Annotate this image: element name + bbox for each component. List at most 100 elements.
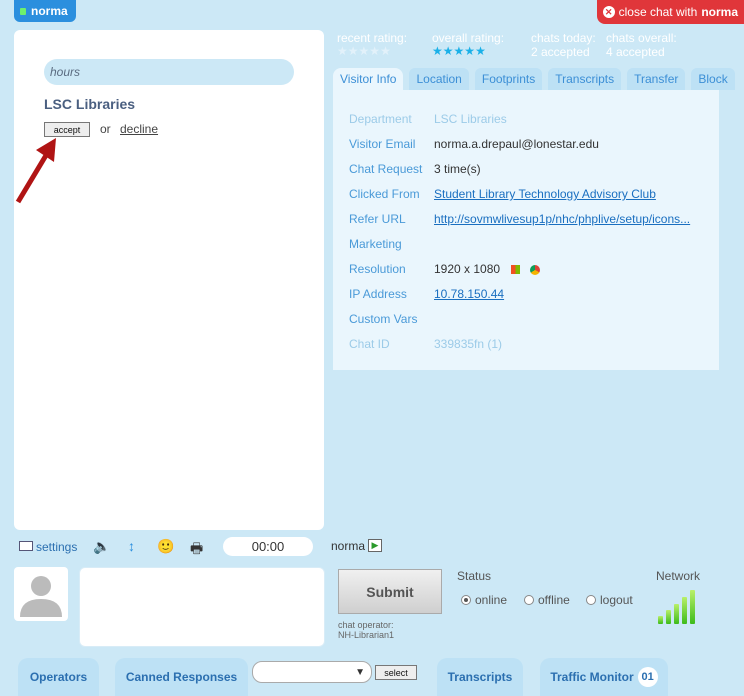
select-button[interactable]: select bbox=[375, 665, 417, 680]
play-icon[interactable]: ▶ bbox=[368, 539, 382, 552]
status-logout[interactable]: logout bbox=[586, 593, 633, 607]
red-arrow-annotation bbox=[15, 138, 56, 204]
close-chat-name: norma bbox=[701, 5, 738, 19]
transcripts-button[interactable]: Transcripts bbox=[437, 658, 523, 696]
info-label: Refer URL bbox=[349, 212, 406, 226]
close-icon: ✕ bbox=[602, 6, 615, 18]
chat-operator-info: chat operator: NH-Librarian1 bbox=[338, 620, 394, 640]
chats-today-label: chats today: bbox=[531, 31, 596, 45]
visitor-tabs: Visitor Info Location Footprints Transcr… bbox=[333, 68, 735, 90]
avatar bbox=[14, 567, 68, 621]
tab-visitor-info[interactable]: Visitor Info bbox=[333, 68, 404, 90]
overall-rating: overall rating: ★ ★ ★ ★ ★ bbox=[432, 31, 504, 57]
signal-bar bbox=[666, 610, 671, 624]
tab-transcripts[interactable]: Transcripts bbox=[548, 68, 622, 90]
star-icon: ★ bbox=[453, 44, 465, 58]
tab-block[interactable]: Block bbox=[691, 68, 735, 90]
operators-button[interactable]: Operators bbox=[18, 658, 99, 696]
chats-overall-label: chats overall: bbox=[606, 31, 677, 45]
traffic-count-badge: 01 bbox=[637, 667, 658, 687]
star-icon: ★ bbox=[464, 44, 476, 58]
status-offline[interactable]: offline bbox=[524, 593, 570, 607]
chrome-browser-icon bbox=[529, 264, 540, 275]
radio-online[interactable] bbox=[461, 595, 471, 605]
overall-rating-stars: ★ ★ ★ ★ ★ bbox=[432, 45, 504, 57]
info-label: Chat Request bbox=[349, 162, 423, 176]
info-label: IP Address bbox=[349, 287, 407, 301]
chat-operator-label: chat operator: bbox=[338, 620, 394, 630]
info-label: Custom Vars bbox=[349, 312, 418, 326]
info-value: LSC Libraries bbox=[434, 112, 507, 126]
info-value: 1920 x 1080 bbox=[434, 262, 540, 276]
signal-bar bbox=[658, 616, 663, 624]
status-online[interactable]: online bbox=[461, 593, 507, 607]
canned-responses-button[interactable]: Canned Responses bbox=[115, 658, 248, 696]
message-input[interactable] bbox=[79, 567, 325, 647]
print-icon[interactable]: 🖶 bbox=[190, 538, 203, 562]
settings-icon[interactable] bbox=[19, 541, 33, 551]
windows-os-icon bbox=[511, 265, 521, 275]
canned-responses-select[interactable]: ▼ bbox=[252, 661, 372, 683]
info-value: 339835fn (1) bbox=[434, 337, 503, 351]
chat-timer: 00:00 bbox=[223, 537, 313, 556]
status-offline-label: offline bbox=[538, 593, 570, 607]
info-value: norma.a.drepaul@lonestar.edu bbox=[434, 137, 599, 151]
resize-vertical-icon[interactable]: ↕ bbox=[128, 538, 135, 554]
info-label: Resolution bbox=[349, 262, 406, 276]
overall-rating-label: overall rating: bbox=[432, 31, 505, 45]
chats-overall: chats overall: 4 accepted bbox=[606, 31, 677, 59]
decline-link[interactable]: decline bbox=[120, 122, 158, 136]
info-label: Clicked From bbox=[349, 187, 420, 201]
chats-today: chats today: 2 accepted bbox=[531, 31, 596, 59]
info-label: Chat ID bbox=[349, 337, 390, 351]
operator-name: norma bbox=[331, 539, 366, 553]
emoticon-icon[interactable]: 🙂 bbox=[157, 538, 174, 555]
tab-location[interactable]: Location bbox=[409, 68, 469, 90]
resolution-value: 1920 x 1080 bbox=[434, 262, 501, 276]
radio-logout[interactable] bbox=[586, 595, 596, 605]
star-icon: ★ bbox=[337, 44, 348, 58]
status-online-label: online bbox=[475, 593, 508, 607]
ip-address-link[interactable]: 10.78.150.44 bbox=[434, 287, 504, 301]
info-label: Visitor Email bbox=[349, 137, 416, 151]
star-icon: ★ bbox=[442, 44, 454, 58]
settings-link[interactable]: settings bbox=[36, 540, 77, 554]
sound-icon[interactable]: 🔈 bbox=[93, 538, 110, 555]
chats-overall-value: 4 accepted bbox=[606, 45, 665, 59]
recent-rating-stars: ★ ★ ★ ★ ★ bbox=[337, 45, 407, 57]
signal-bar bbox=[674, 604, 679, 624]
chevron-down-icon: ▼ bbox=[355, 666, 365, 678]
tab-transfer[interactable]: Transfer bbox=[627, 68, 686, 90]
info-label: Marketing bbox=[349, 237, 402, 251]
status-logout-label: logout bbox=[600, 593, 633, 607]
online-status-icon bbox=[20, 7, 26, 15]
recent-rating: recent rating: ★ ★ ★ ★ ★ bbox=[337, 31, 407, 57]
star-icon: ★ bbox=[475, 44, 486, 58]
chat-tab-label: norma bbox=[31, 4, 68, 18]
chat-tab-norma[interactable]: norma bbox=[14, 0, 76, 22]
traffic-monitor-button[interactable]: Traffic Monitor 01 bbox=[540, 658, 668, 696]
close-chat-prefix: close chat with bbox=[618, 5, 698, 19]
star-icon: ★ bbox=[369, 44, 381, 58]
star-icon: ★ bbox=[347, 44, 359, 58]
network-label: Network bbox=[656, 569, 701, 583]
submit-button[interactable]: Submit bbox=[338, 569, 442, 614]
status-label: Status bbox=[457, 569, 492, 583]
chat-operator-value: NH-Librarian1 bbox=[338, 630, 395, 640]
signal-bar bbox=[682, 597, 687, 624]
info-value: 3 time(s) bbox=[434, 162, 481, 176]
radio-offline[interactable] bbox=[524, 595, 534, 605]
avatar-silhouette-icon bbox=[20, 576, 62, 617]
tab-footprints[interactable]: Footprints bbox=[474, 68, 543, 90]
department-title: LSC Libraries bbox=[44, 96, 136, 112]
network-signal-icon bbox=[658, 588, 704, 624]
clicked-from-link[interactable]: Student Library Technology Advisory Club bbox=[434, 187, 656, 201]
visitor-info-panel: Department LSC Libraries Visitor Email n… bbox=[333, 90, 719, 370]
chats-today-value: 2 accepted bbox=[531, 45, 590, 59]
refer-url-link[interactable]: http://sovmwlivesup1p/nhc/phplive/setup/… bbox=[434, 212, 690, 226]
star-icon: ★ bbox=[380, 44, 391, 58]
traffic-monitor-label: Traffic Monitor bbox=[550, 670, 634, 684]
star-icon: ★ bbox=[358, 44, 370, 58]
close-chat-button[interactable]: ✕ close chat with norma bbox=[596, 0, 744, 24]
hours-bar[interactable]: hours bbox=[44, 59, 294, 85]
